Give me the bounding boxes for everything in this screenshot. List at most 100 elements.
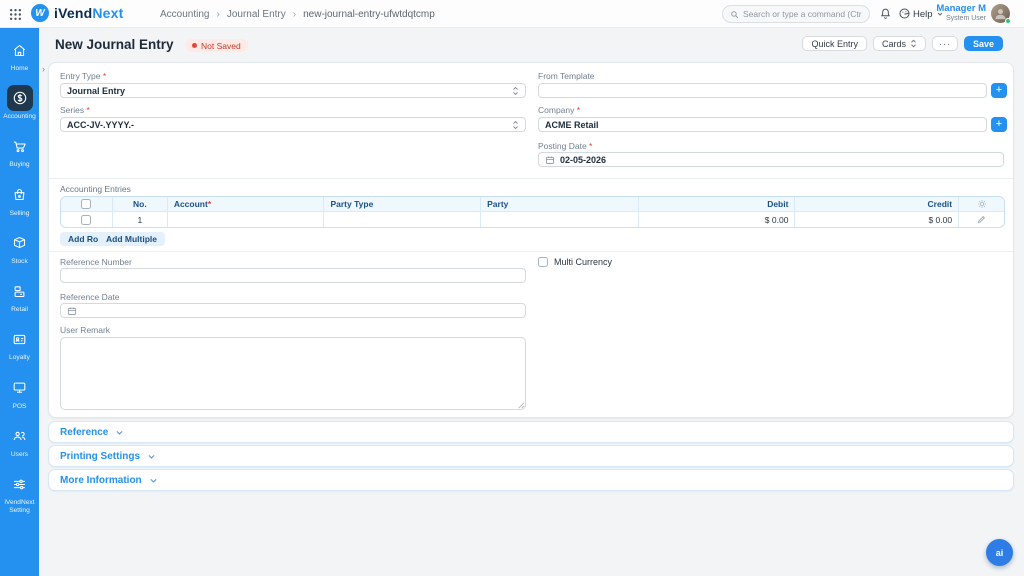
col-header-no: No.: [113, 197, 168, 212]
sidebar-item-home[interactable]: Home: [0, 37, 39, 73]
avatar[interactable]: [991, 4, 1010, 23]
user-name: Manager M: [936, 3, 986, 14]
from-template-input[interactable]: [545, 86, 980, 96]
multi-currency-field: Multi Currency: [538, 257, 612, 267]
online-status-dot: [1005, 18, 1011, 24]
col-header-party-type: Party Type: [324, 197, 481, 212]
page-header: New Journal Entry Not Saved Quick Entry …: [48, 36, 1014, 56]
home-icon: [7, 37, 33, 63]
reference-date-input[interactable]: [60, 303, 526, 318]
cards-view-button[interactable]: Cards: [873, 36, 926, 51]
theme-palette-icon[interactable]: [898, 7, 912, 21]
sort-arrows-icon: [910, 39, 917, 48]
reference-number-input[interactable]: [67, 271, 519, 281]
row-account-cell[interactable]: [168, 212, 325, 227]
sidebar-item-users[interactable]: Users: [0, 423, 39, 459]
chevron-down-icon: [149, 476, 158, 485]
brand-logo-icon: W: [31, 4, 49, 22]
quick-entry-button[interactable]: Quick Entry: [802, 36, 867, 51]
cart-icon: [7, 133, 33, 159]
sidebar-item-stock[interactable]: Stock: [0, 230, 39, 266]
status-badge: Not Saved: [185, 39, 248, 52]
ai-assistant-button[interactable]: ai: [986, 539, 1013, 566]
sidebar-item-loyalty[interactable]: Loyalty: [0, 326, 39, 362]
user-menu[interactable]: Manager M System User: [936, 3, 986, 23]
row-no-cell: 1: [113, 212, 168, 227]
breadcrumb-separator-icon: ›: [293, 9, 296, 20]
app-window: W iVendNext Accounting › Journal Entry ›…: [0, 0, 1024, 576]
row-party-cell[interactable]: [481, 212, 639, 227]
breadcrumb-accounting[interactable]: Accounting: [160, 9, 209, 20]
col-header-party: Party: [481, 197, 639, 212]
series-label: Series: [60, 105, 90, 115]
table-header-row: No. Account Party Type Party Debit Credi…: [61, 197, 1004, 212]
notifications-bell-icon[interactable]: [879, 7, 893, 21]
multi-currency-checkbox[interactable]: [538, 257, 548, 267]
apps-grid-icon[interactable]: [9, 8, 22, 21]
bag-icon: [7, 182, 33, 208]
add-multiple-button[interactable]: Add Multiple: [98, 232, 165, 246]
company-label: Company: [538, 105, 580, 115]
col-header-account: Account: [168, 197, 325, 212]
company-input[interactable]: [545, 120, 980, 130]
table-row: 1 $ 0.00 $ 0.00: [61, 212, 1004, 227]
table-settings-cell[interactable]: [959, 197, 1004, 212]
pencil-icon: [977, 215, 986, 224]
company-input-wrap: [538, 117, 987, 132]
row-credit-cell[interactable]: $ 0.00: [795, 212, 959, 227]
more-actions-button[interactable]: ···: [932, 36, 958, 51]
row-checkbox[interactable]: [81, 215, 91, 225]
row-party-type-cell[interactable]: [324, 212, 481, 227]
posting-date-input[interactable]: 02-05-2026: [538, 152, 1004, 167]
sidebar-item-retail[interactable]: Retail: [0, 278, 39, 314]
row-debit-cell[interactable]: $ 0.00: [639, 212, 796, 227]
select-arrows-icon: [512, 86, 519, 96]
select-all-checkbox[interactable]: [81, 199, 91, 209]
add-template-button[interactable]: +: [991, 83, 1007, 98]
page-toolbar: Quick Entry Cards ··· Save: [802, 36, 1003, 51]
global-search[interactable]: [722, 5, 870, 23]
row-edit-cell[interactable]: [959, 212, 1004, 227]
sidebar-item-accounting[interactable]: Accounting: [0, 85, 39, 121]
calendar-icon: [545, 155, 555, 165]
expand-sidebar-chevron[interactable]: ›: [42, 64, 45, 74]
chevron-down-icon: [115, 428, 124, 437]
brand-logo[interactable]: W iVendNext: [31, 4, 124, 22]
from-template-input-wrap: [538, 83, 987, 98]
multi-currency-label: Multi Currency: [554, 257, 612, 267]
breadcrumb: Accounting › Journal Entry › new-journal…: [160, 0, 435, 28]
add-company-button[interactable]: +: [991, 117, 1007, 132]
user-remark-textarea[interactable]: [60, 337, 526, 410]
section-more-information[interactable]: More Information: [48, 469, 1014, 491]
section-printing-settings[interactable]: Printing Settings: [48, 445, 1014, 467]
sidebar-item-selling[interactable]: Selling: [0, 182, 39, 218]
series-select[interactable]: ACC-JV-.YYYY.-: [60, 117, 526, 132]
accounting-icon: [7, 85, 33, 111]
box-icon: [7, 230, 33, 256]
entry-type-select[interactable]: Journal Entry: [60, 83, 526, 98]
breadcrumb-journal-entry[interactable]: Journal Entry: [227, 9, 286, 20]
sidebar-item-pos[interactable]: POS: [0, 375, 39, 411]
breadcrumb-separator-icon: ›: [216, 9, 219, 20]
breadcrumb-current-doc: new-journal-entry-ufwtdqtcmp: [303, 9, 435, 20]
journal-entry-form-card: Entry Type Journal Entry Series ACC-JV-.…: [48, 62, 1014, 418]
register-icon: [7, 278, 33, 304]
sliders-icon: [7, 471, 33, 497]
top-navbar: W iVendNext Accounting › Journal Entry ›…: [0, 0, 1024, 28]
brand-logo-text: iVendNext: [54, 5, 124, 21]
app-sidebar: Home Accounting Buying Selling Stock: [0, 28, 39, 576]
user-remark-label: User Remark: [60, 325, 110, 335]
search-input[interactable]: [743, 9, 862, 19]
save-button[interactable]: Save: [964, 36, 1003, 51]
sidebar-item-ivendnext-setting[interactable]: iVendNext Setting: [0, 471, 39, 515]
col-header-credit: Credit: [795, 197, 959, 212]
calendar-icon: [67, 306, 77, 316]
user-role: System User: [936, 14, 986, 23]
search-icon: [730, 10, 739, 19]
section-reference[interactable]: Reference: [48, 421, 1014, 443]
select-arrows-icon: [512, 120, 519, 130]
sidebar-item-buying[interactable]: Buying: [0, 133, 39, 169]
page-title: New Journal Entry: [55, 37, 174, 52]
users-icon: [7, 423, 33, 449]
accounting-entries-table: No. Account Party Type Party Debit Credi…: [60, 196, 1005, 228]
